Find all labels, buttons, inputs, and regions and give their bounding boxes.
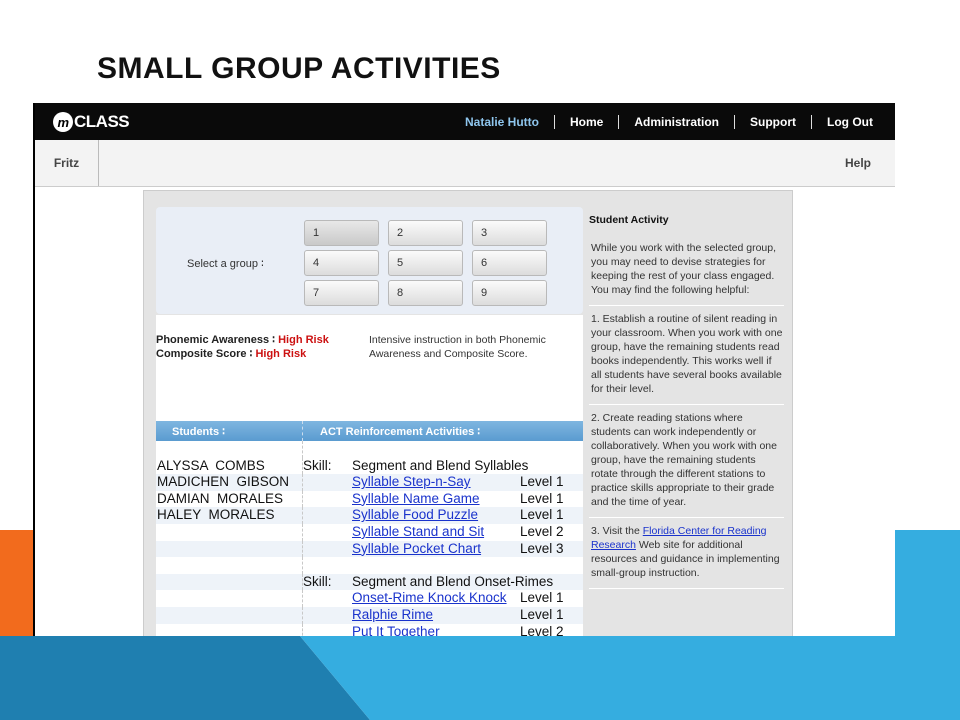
logo-mark: m (53, 112, 73, 132)
sidebar-tip-2: 2. Create reading stations where student… (589, 405, 784, 518)
table-row: Ralphie Rime Level 1 (156, 606, 583, 624)
activity-link[interactable]: Ralphie Rime (352, 607, 433, 624)
group-button-1[interactable]: 1 (304, 220, 379, 246)
table-row: Syllable Pocket Chart Level 3 (156, 540, 583, 558)
table-row: HALEY MORALES Syllable Food Puzzle Level… (156, 507, 583, 524)
student-name[interactable]: ALYSSA COMBS (157, 458, 265, 475)
activity-level: Level 1 (520, 590, 564, 606)
nav-home[interactable]: Home (554, 114, 618, 129)
nav-user-name[interactable]: Natalie Hutto (450, 115, 554, 129)
table-row (156, 441, 583, 458)
student-tab[interactable]: Fritz (35, 140, 99, 186)
group-button-2[interactable]: 2 (388, 220, 463, 246)
activities-column-header[interactable]: ACT Reinforcement Activities ∶ (320, 425, 480, 438)
activity-link[interactable]: Put It Together (352, 624, 440, 636)
skill-label: Skill: (303, 573, 332, 589)
activity-level: Level 2 (520, 523, 564, 539)
header-divider (302, 421, 304, 441)
activity-link[interactable]: Syllable Pocket Chart (352, 541, 481, 558)
table-row: MADICHEN GIBSON Syllable Step-n-Say Leve… (156, 474, 583, 491)
activities-table-header: Students ∶ ACT Reinforcement Activities … (156, 421, 583, 441)
select-group-label: Select a group ∶ (187, 258, 264, 270)
activity-link[interactable]: Onset-Rime Knock Knock (352, 590, 507, 607)
group-button-9[interactable]: 9 (472, 280, 547, 306)
nav-log-out[interactable]: Log Out (811, 114, 873, 129)
table-row: Syllable Stand and Sit Level 2 (156, 523, 583, 541)
table-row: Put It Together Level 2 (156, 623, 583, 636)
nav-support[interactable]: Support (734, 114, 811, 129)
activity-link[interactable]: Syllable Name Game (352, 491, 480, 508)
activity-level: Level 2 (520, 623, 564, 636)
group-button-4[interactable]: 4 (304, 250, 379, 276)
table-row: Skill: Segment and Blend Onset-Rimes (156, 573, 583, 591)
main-nav: Natalie Hutto Home Administration Suppor… (450, 103, 873, 140)
skill-name: Segment and Blend Onset-Rimes (352, 573, 554, 589)
sidebar-tip-1: 1. Establish a routine of silent reading… (589, 306, 784, 405)
group-button-6[interactable]: 6 (472, 250, 547, 276)
activity-link[interactable]: Syllable Food Puzzle (352, 507, 478, 524)
sub-navigation-bar: Fritz Help (35, 140, 895, 187)
group-button-7[interactable]: 7 (304, 280, 379, 306)
skill-name: Segment and Blend Syllables (352, 457, 529, 473)
activity-level: Level 1 (520, 507, 564, 523)
table-row: DAMIAN MORALES Syllable Name Game Level … (156, 490, 583, 508)
mclass-screenshot: m CLASS Natalie Hutto Home Administratio… (33, 103, 895, 636)
table-row: Onset-Rime Knock Knock Level 1 (156, 590, 583, 607)
logo-text: CLASS (74, 112, 130, 131)
student-name[interactable]: MADICHEN GIBSON (157, 474, 289, 491)
risk-description: Intensive instruction in both Phonemic A… (369, 334, 546, 360)
nav-administration[interactable]: Administration (618, 114, 734, 129)
composite-score-risk: High Risk (255, 348, 307, 360)
sidebar-tip-3: 3. Visit the Florida Center for Reading … (589, 518, 784, 589)
sidebar-intro: While you work with the selected group, … (589, 235, 784, 306)
activity-level: Level 1 (520, 606, 564, 622)
student-activity-sidebar: Student Activity While you work with the… (589, 213, 784, 589)
activity-level: Level 3 (520, 540, 564, 556)
activity-level: Level 1 (520, 490, 564, 506)
phonemic-awareness-risk: High Risk (278, 334, 329, 346)
risk-summary: Phonemic Awareness ∶ High Risk Composite… (156, 333, 329, 361)
content-panel: Select a group ∶ 1 2 3 4 5 6 7 8 9 Phone… (143, 190, 793, 636)
composite-score-label: Composite Score ∶ (156, 348, 253, 360)
table-row (156, 557, 583, 574)
activity-link[interactable]: Syllable Stand and Sit (352, 524, 484, 541)
activity-link[interactable]: Syllable Step-n-Say (352, 474, 471, 491)
table-row: ALYSSA COMBS Skill: Segment and Blend Sy… (156, 457, 583, 475)
group-selector: Select a group ∶ 1 2 3 4 5 6 7 8 9 (156, 207, 583, 314)
tip-3-prefix: 3. Visit the (591, 525, 643, 537)
group-button-3[interactable]: 3 (472, 220, 547, 246)
students-column-header[interactable]: Students ∶ (172, 425, 225, 438)
student-name[interactable]: DAMIAN MORALES (157, 491, 283, 508)
sidebar-heading: Student Activity (589, 214, 669, 226)
group-details: Phonemic Awareness ∶ High Risk Composite… (156, 315, 583, 636)
phonemic-awareness-label: Phonemic Awareness ∶ (156, 334, 276, 346)
slide-title: SMALL GROUP ACTIVITIES (97, 52, 501, 85)
help-link[interactable]: Help (845, 156, 871, 170)
top-navigation-bar: m CLASS Natalie Hutto Home Administratio… (35, 103, 895, 140)
skill-label: Skill: (303, 457, 332, 473)
activities-table: ALYSSA COMBS Skill: Segment and Blend Sy… (156, 441, 583, 636)
group-button-5[interactable]: 5 (388, 250, 463, 276)
group-button-8[interactable]: 8 (388, 280, 463, 306)
activity-level: Level 1 (520, 474, 564, 490)
mclass-logo[interactable]: m CLASS (53, 111, 130, 133)
student-name[interactable]: HALEY MORALES (157, 507, 275, 524)
